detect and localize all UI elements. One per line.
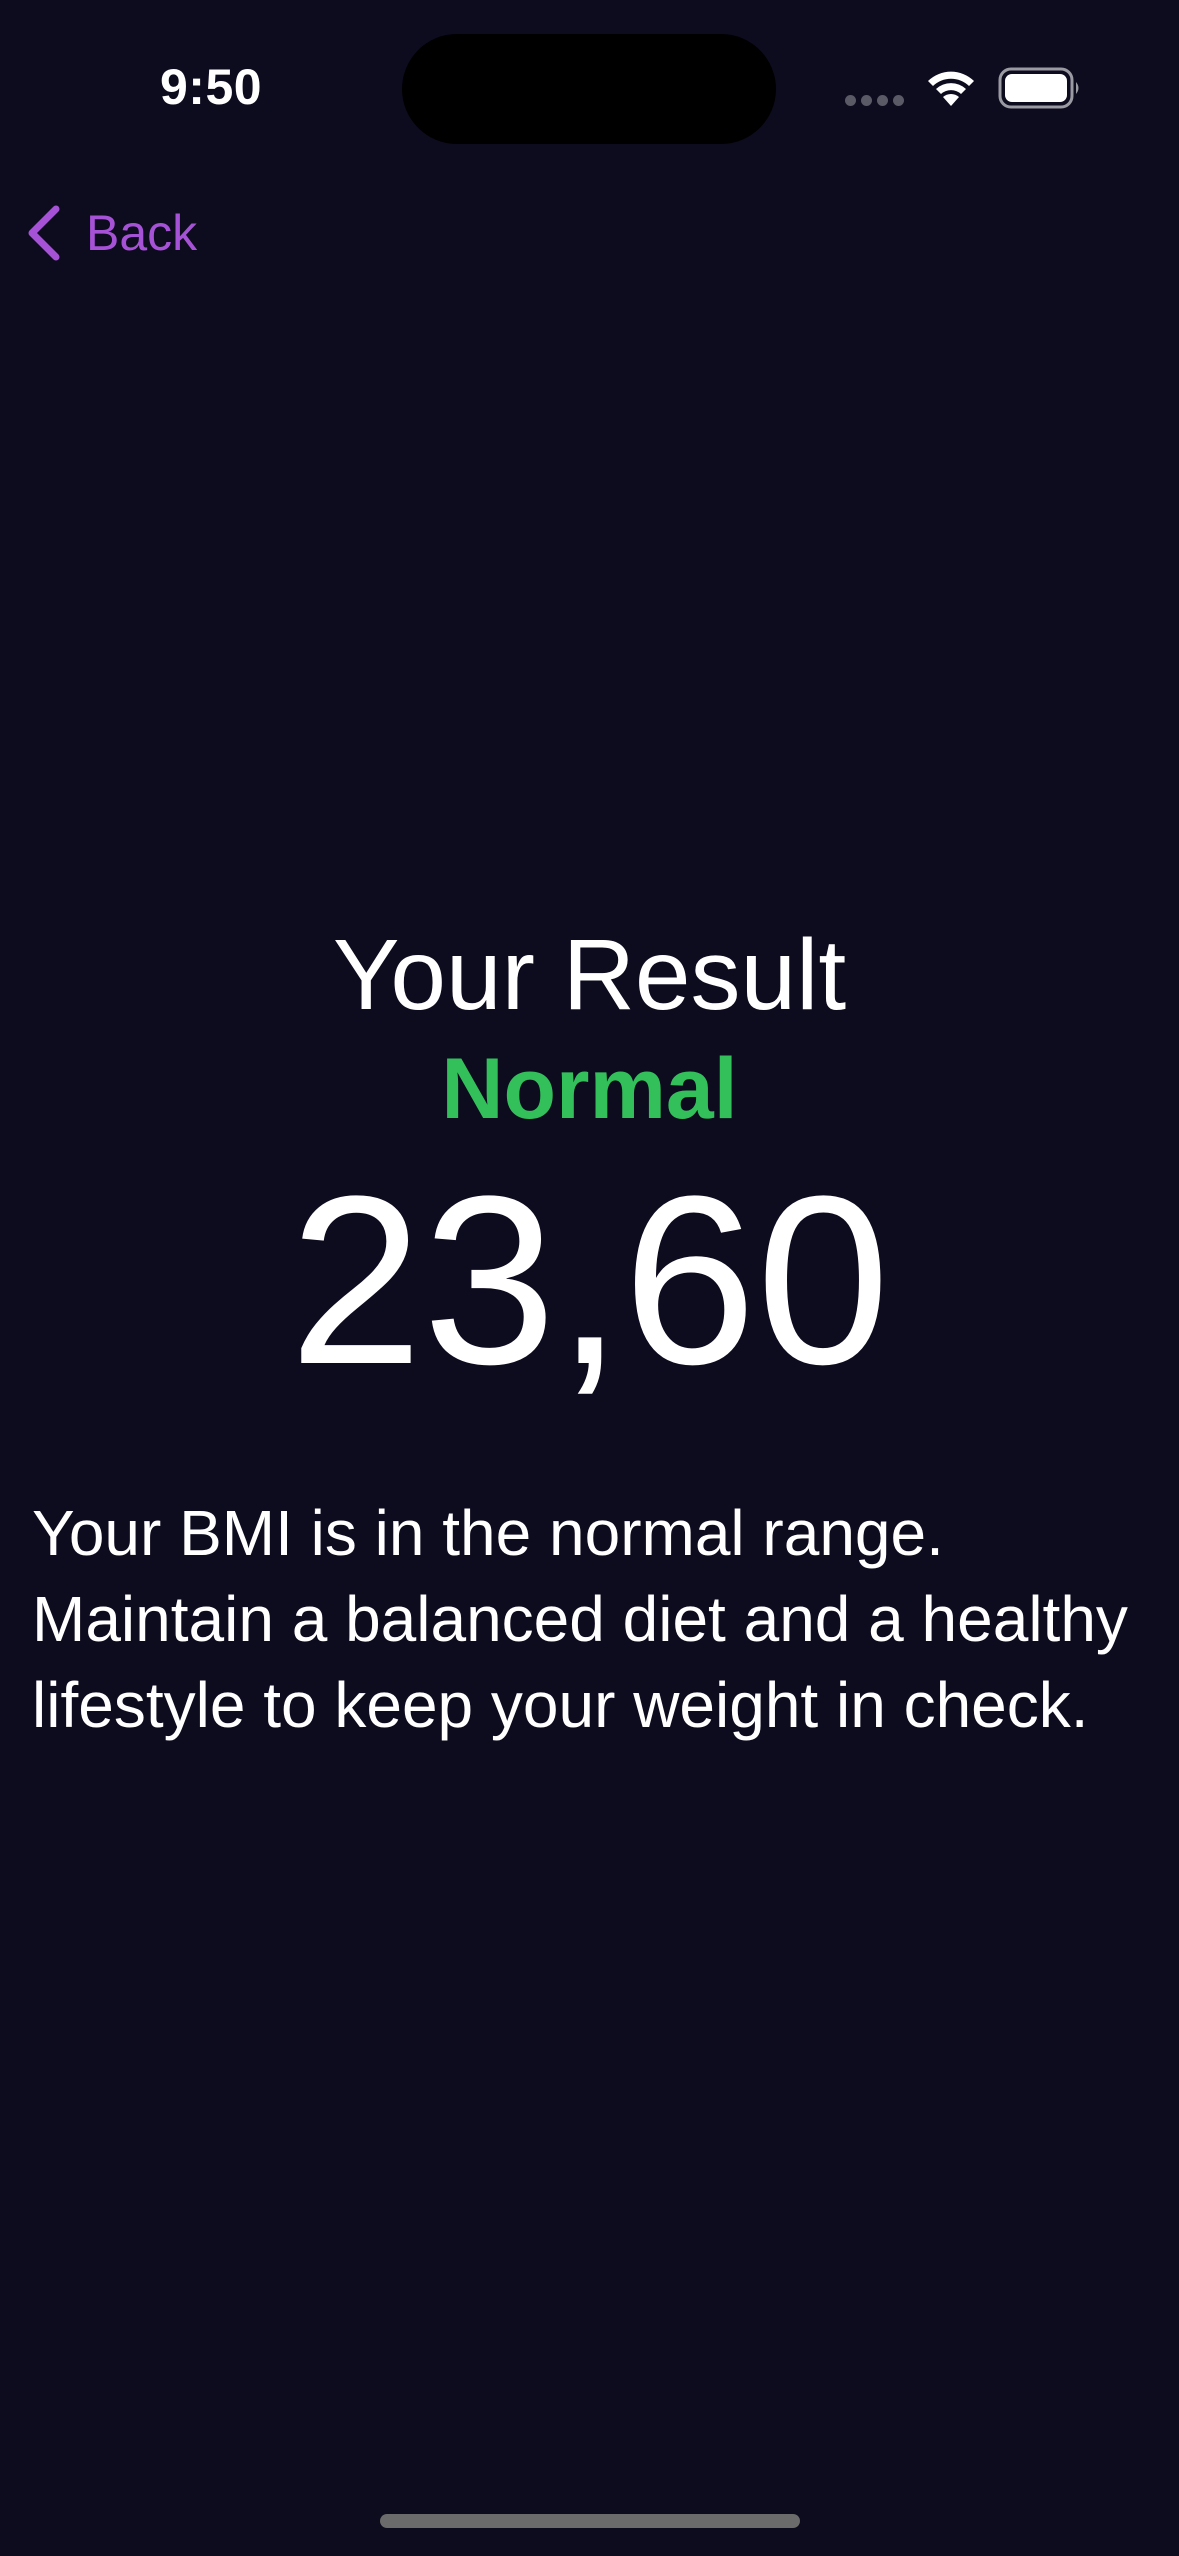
bmi-value: 23,60 (289, 1146, 890, 1414)
wifi-icon (928, 71, 974, 106)
bmi-advice: Your BMI is in the normal range. Maintai… (32, 1497, 1128, 1741)
cellular-signal-icon (845, 95, 905, 107)
home-indicator[interactable] (380, 2514, 800, 2528)
result-title: Your Result (332, 919, 847, 1031)
status-bar: 9:50 (0, 0, 1179, 170)
navigation-bar: Back (0, 180, 1179, 280)
battery-icon (998, 67, 1079, 109)
dynamic-island (402, 34, 776, 144)
back-button[interactable]: Back (24, 198, 197, 268)
back-label: Back (86, 205, 198, 261)
chevron-left-icon (28, 205, 60, 261)
status-time: 9:50 (160, 59, 263, 115)
bmi-category: Normal (441, 1041, 738, 1137)
